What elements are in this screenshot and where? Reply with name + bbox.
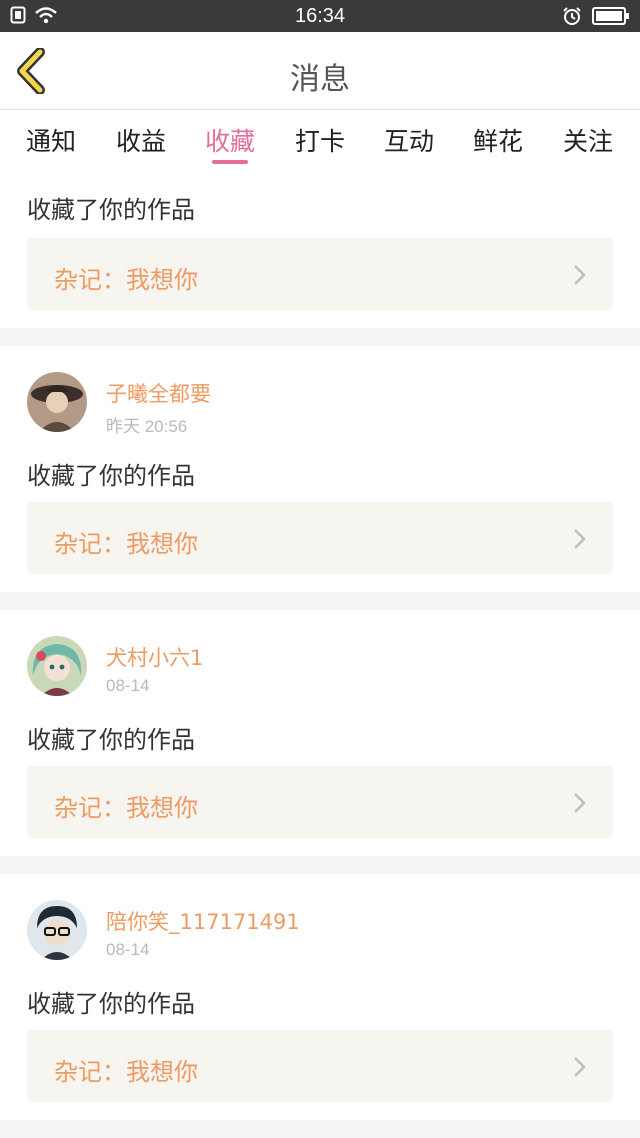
chevron-right-icon <box>574 529 586 549</box>
timestamp: 08-14 <box>106 676 150 695</box>
avatar-image <box>27 900 87 960</box>
timestamp: 08-14 <box>106 940 150 959</box>
action-text: 收藏了你的作品 <box>27 990 195 1018</box>
alarm-icon <box>563 7 581 25</box>
username[interactable]: 犬村小六1 <box>106 642 203 672</box>
status-right-icons <box>562 6 630 26</box>
active-tab-indicator <box>212 160 248 164</box>
avatar[interactable] <box>27 372 87 432</box>
message-card: 陪你笑_117171491 08-14 收藏了你的作品 杂记：我想你 <box>0 874 640 1120</box>
work-title: 杂记：我想你 <box>54 794 198 822</box>
tab-follow[interactable]: 关注 <box>548 122 628 158</box>
work-link[interactable]: 杂记：我想你 <box>27 1030 613 1102</box>
tab-flowers[interactable]: 鲜花 <box>458 122 538 158</box>
chevron-right-icon <box>574 793 586 813</box>
chevron-right-icon <box>574 1057 586 1077</box>
chevron-right-icon <box>574 265 586 285</box>
status-bar: 16:34 <box>0 0 640 32</box>
page-title: 消息 <box>290 62 350 97</box>
work-link[interactable]: 杂记：我想你 <box>27 766 613 838</box>
username[interactable]: 子曦全都要 <box>106 378 211 408</box>
avatar-image <box>27 636 87 696</box>
tab-income[interactable]: 收益 <box>101 122 181 158</box>
tab-notify[interactable]: 通知 <box>11 122 91 158</box>
tab-bar: 通知 收益 收藏 打卡 互动 鲜花 关注 <box>0 110 640 170</box>
work-title: 杂记：我想你 <box>54 530 198 558</box>
work-link[interactable]: 杂记：我想你 <box>27 238 613 310</box>
avatar[interactable] <box>27 900 87 960</box>
work-title: 杂记：我想你 <box>54 1058 198 1086</box>
action-text: 收藏了你的作品 <box>27 726 195 754</box>
message-card: 犬村小六1 08-14 收藏了你的作品 杂记：我想你 <box>0 610 640 856</box>
action-text: 收藏了你的作品 <box>27 196 195 224</box>
tab-interaction[interactable]: 互动 <box>369 122 449 158</box>
message-card: 收藏了你的作品 杂记：我想你 <box>0 170 640 328</box>
header-bar: 消息 <box>0 32 640 110</box>
tab-favorites[interactable]: 收藏 <box>190 122 270 158</box>
avatar-image <box>27 372 87 432</box>
work-title: 杂记：我想你 <box>54 266 198 294</box>
tab-checkin[interactable]: 打卡 <box>280 122 360 158</box>
avatar[interactable] <box>27 636 87 696</box>
username[interactable]: 陪你笑_117171491 <box>106 906 300 936</box>
timestamp: 昨天 20:56 <box>106 417 188 436</box>
work-link[interactable]: 杂记：我想你 <box>27 502 613 574</box>
action-text: 收藏了你的作品 <box>27 462 195 490</box>
status-time: 16:34 <box>294 5 346 27</box>
message-card: 子曦全都要 昨天 20:56 收藏了你的作品 杂记：我想你 <box>0 346 640 592</box>
battery-icon <box>592 7 629 25</box>
